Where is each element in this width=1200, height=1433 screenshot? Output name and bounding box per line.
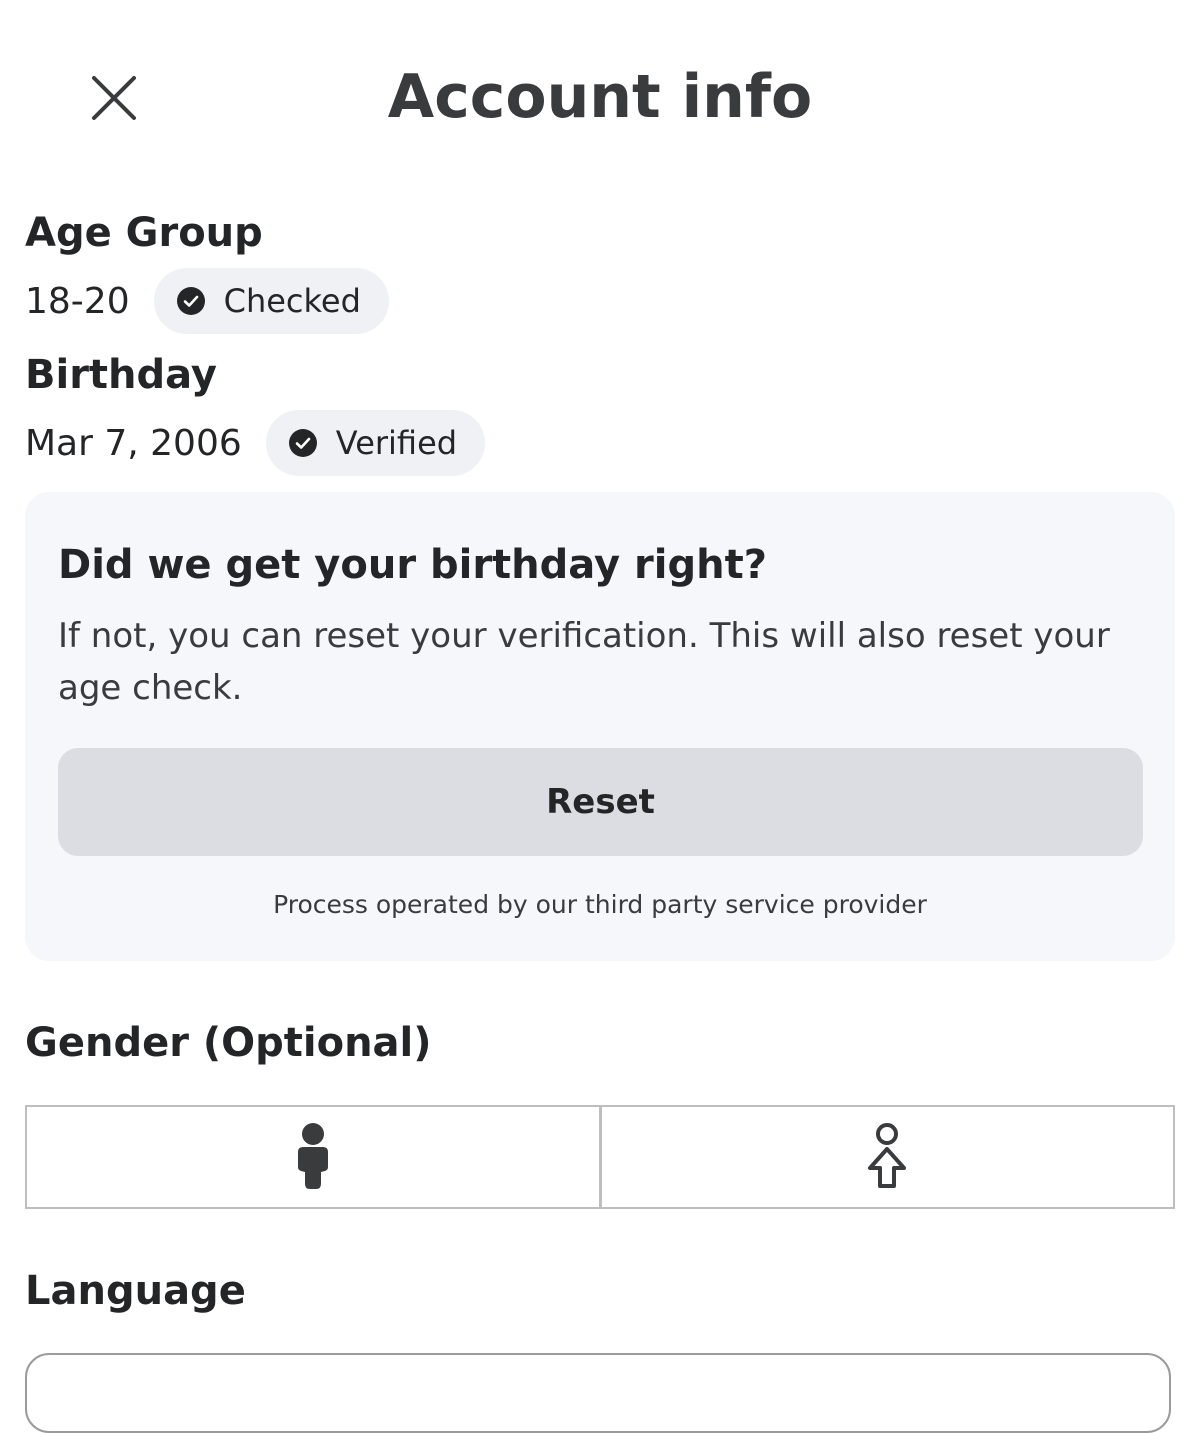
birthday-verified-text: Verified — [335, 424, 458, 462]
age-group-label: Age Group — [25, 210, 263, 256]
gender-label: Gender (Optional) — [25, 1020, 432, 1066]
reset-button[interactable]: Reset — [58, 748, 1143, 856]
gender-option-male[interactable] — [27, 1107, 599, 1207]
female-icon — [868, 1123, 907, 1188]
gender-selector — [25, 1105, 1175, 1209]
age-group-row: 18-20 Checked — [25, 268, 389, 334]
card-description: If not, you can reset your verification.… — [58, 616, 1110, 708]
provider-note: Process operated by our third party serv… — [273, 890, 927, 919]
age-checked-badge: Checked — [153, 268, 389, 334]
age-group-value: 18-20 — [25, 280, 130, 322]
birthday-value: Mar 7, 2006 — [25, 422, 242, 464]
verification-card: Did we get your birthday right? If not, … — [25, 492, 1175, 961]
birthday-label: Birthday — [25, 352, 217, 398]
male-icon — [297, 1123, 328, 1189]
check-circle-icon — [288, 429, 317, 457]
language-select[interactable] — [25, 1353, 1171, 1433]
gender-option-female[interactable] — [598, 1107, 1173, 1207]
check-circle-icon — [176, 287, 205, 315]
header: Account info — [0, 0, 1200, 190]
language-label: Language — [25, 1268, 246, 1314]
birthday-row: Mar 7, 2006 Verified — [25, 410, 486, 476]
birthday-verified-badge: Verified — [265, 410, 486, 476]
age-checked-text: Checked — [223, 282, 361, 320]
card-title: Did we get your birthday right? — [58, 542, 767, 588]
page-title: Account info — [387, 62, 813, 132]
